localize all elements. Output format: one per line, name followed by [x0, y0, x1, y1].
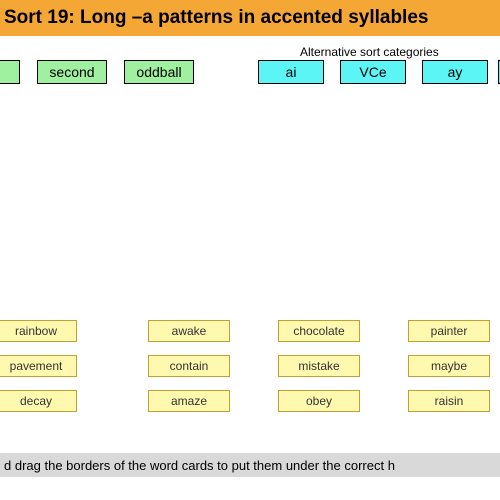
page-title: Sort 19: Long –a patterns in accented sy…: [4, 7, 428, 29]
title-bar: Sort 19: Long –a patterns in accented sy…: [0, 0, 500, 36]
alt-categories-label: Alternative sort categories: [300, 45, 439, 59]
instruction-footer: d drag the borders of the word cards to …: [0, 453, 500, 477]
category-row: second oddball ai VCe ay: [0, 60, 500, 90]
word-card[interactable]: raisin: [408, 390, 490, 412]
word-card[interactable]: contain: [148, 355, 230, 377]
word-card[interactable]: decay: [0, 390, 77, 412]
word-card[interactable]: maybe: [408, 355, 490, 377]
category-second[interactable]: second: [37, 60, 107, 84]
category-ai[interactable]: ai: [258, 60, 324, 84]
word-card[interactable]: awake: [148, 320, 230, 342]
word-card[interactable]: pavement: [0, 355, 77, 377]
word-card[interactable]: amaze: [148, 390, 230, 412]
category-ay[interactable]: ay: [422, 60, 488, 84]
category-oddball[interactable]: oddball: [124, 60, 194, 84]
word-card[interactable]: obey: [278, 390, 360, 412]
word-card[interactable]: rainbow: [0, 320, 77, 342]
word-card[interactable]: chocolate: [278, 320, 360, 342]
word-card[interactable]: mistake: [278, 355, 360, 377]
word-card[interactable]: painter: [408, 320, 490, 342]
category-vce[interactable]: VCe: [340, 60, 406, 84]
instruction-text: d drag the borders of the word cards to …: [4, 458, 395, 473]
category-first[interactable]: [0, 60, 20, 84]
